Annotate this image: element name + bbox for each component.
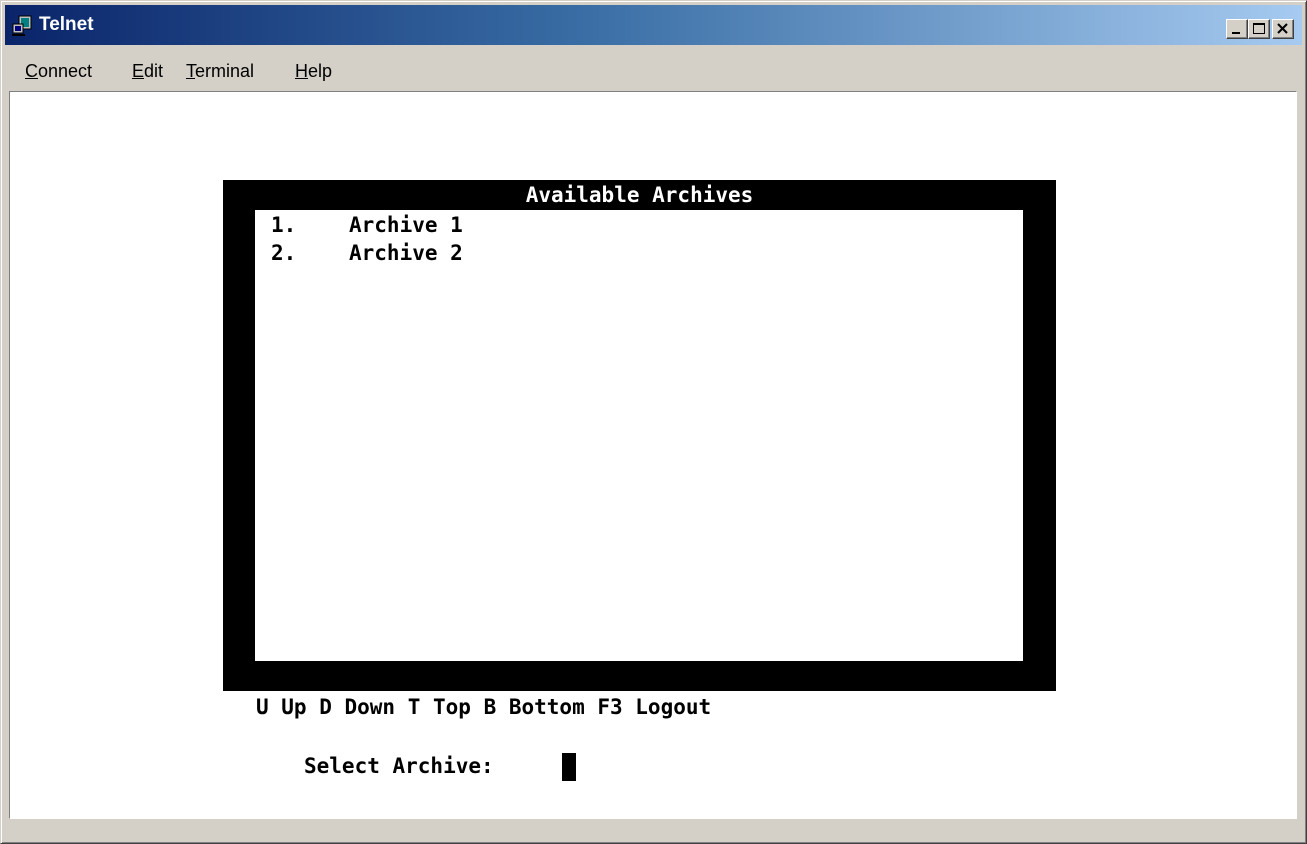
window-title: Telnet [39, 14, 94, 35]
maximize-button[interactable] [1248, 19, 1270, 39]
select-archive-prompt: Select Archive: [304, 754, 507, 778]
list-item-number: 2. [271, 241, 297, 265]
terminal-screen[interactable]: Available Archives 1. Archive 1 2. Archive… [9, 91, 1297, 819]
telnet-app-icon [12, 15, 32, 36]
menu-bar: Connect Edit Terminal Help [5, 53, 1302, 87]
archives-list: 1. Archive 1 2. Archive 2 [255, 210, 1023, 661]
archives-panel: Available Archives 1. Archive 1 2. Archive… [223, 180, 1056, 691]
menu-edit[interactable]: Edit [132, 61, 163, 81]
telnet-window: Telnet Connect Edit Terminal Help Availa… [0, 0, 1307, 844]
title-bar[interactable]: Telnet [5, 5, 1302, 45]
list-item-name: Archive 2 [349, 241, 463, 265]
menu-terminal[interactable]: Terminal [186, 61, 254, 81]
menu-help[interactable]: Help [295, 61, 332, 81]
minimize-button[interactable] [1226, 19, 1248, 39]
minimize-icon [1232, 32, 1240, 34]
archives-panel-title: Available Archives [525, 183, 754, 207]
close-button[interactable] [1272, 19, 1294, 39]
text-cursor[interactable] [562, 753, 576, 781]
list-item-number: 1. [271, 213, 297, 237]
list-item-name: Archive 1 [349, 213, 463, 237]
list-item[interactable]: 2. Archive 2 [271, 241, 463, 265]
maximize-icon [1253, 23, 1265, 34]
close-icon [1277, 23, 1288, 34]
menu-connect[interactable]: Connect [25, 61, 92, 81]
list-item[interactable]: 1. Archive 1 [271, 213, 463, 237]
function-keys-help: U Up D Down T Top B Bottom F3 Logout [256, 695, 712, 719]
